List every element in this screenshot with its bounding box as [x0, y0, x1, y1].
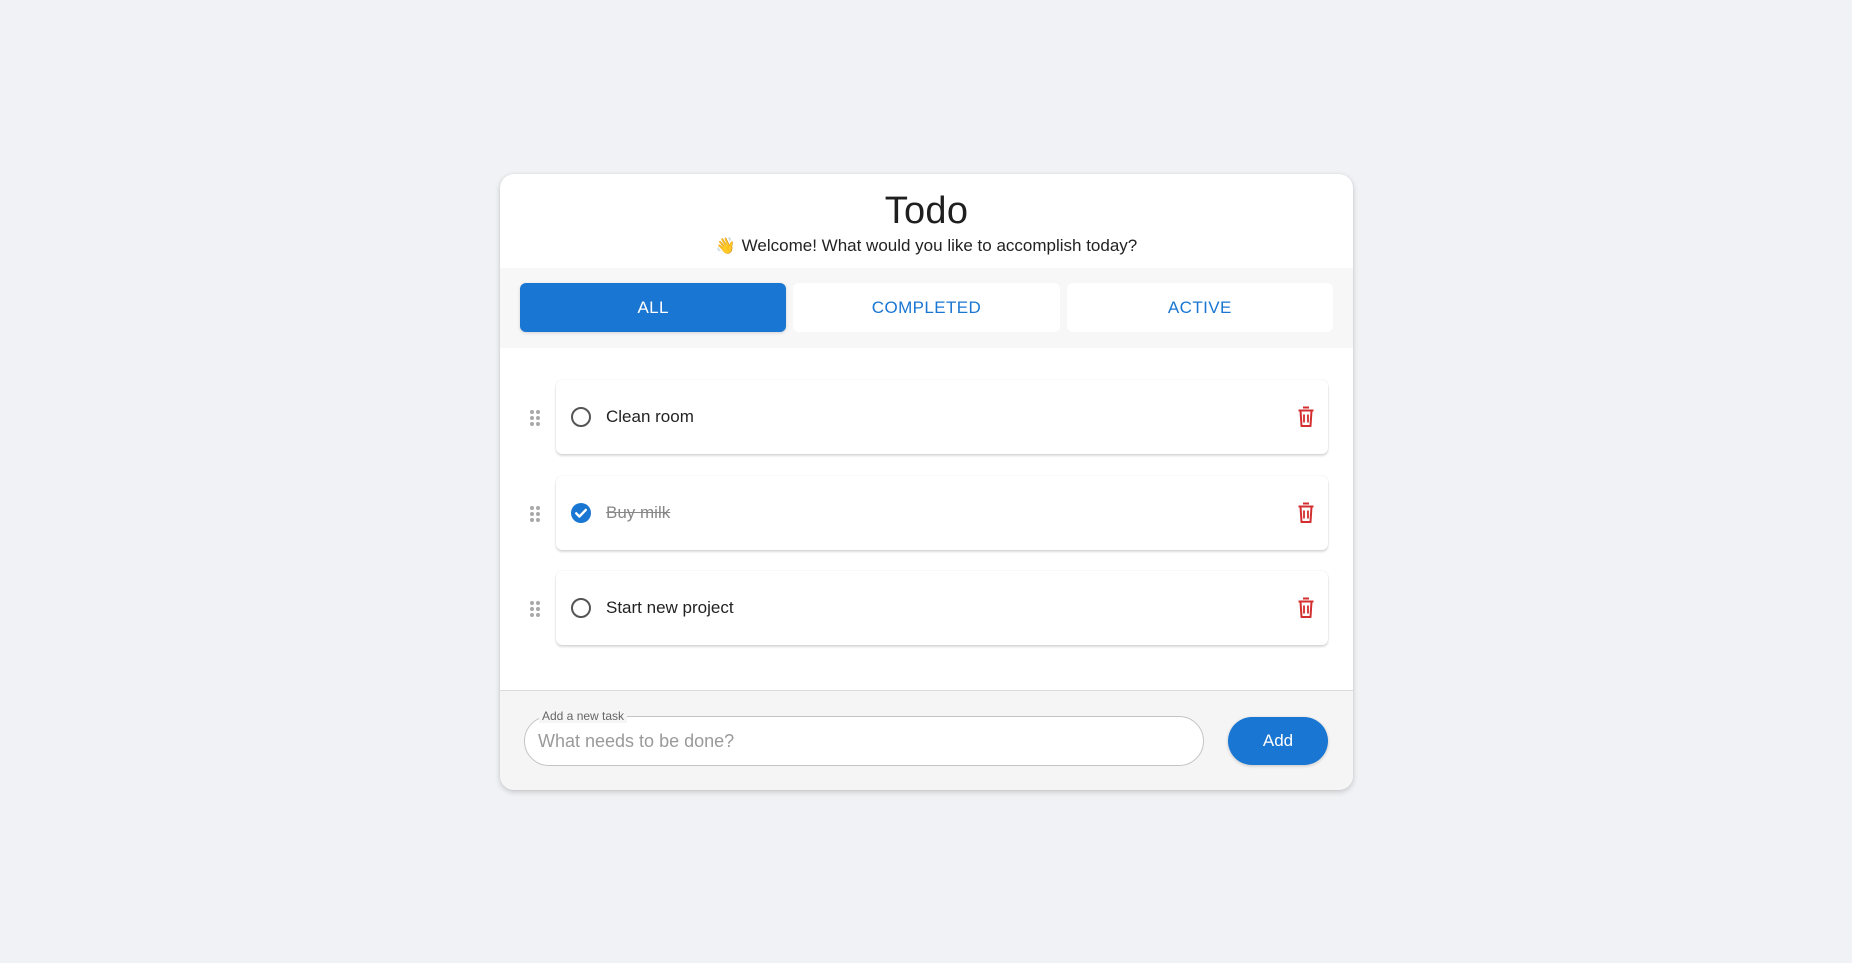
drag-handle-icon[interactable] [530, 410, 542, 428]
tab-completed[interactable]: COMPLETED [793, 283, 1060, 332]
new-task-field: Add a new task [524, 709, 1204, 766]
todo-item: Clean room [556, 380, 1328, 454]
add-task-bar: Add a new task Add [500, 690, 1353, 790]
todo-text: Clean room [606, 407, 694, 426]
todo-text: Buy milk [606, 503, 671, 522]
add-button[interactable]: Add [1228, 717, 1328, 765]
todo-item: Start new project [556, 571, 1328, 645]
drag-handle-icon[interactable] [530, 506, 542, 524]
new-task-input[interactable] [538, 717, 1178, 765]
todo-item: Buy milk [556, 476, 1328, 550]
tab-all[interactable]: ALL [520, 283, 787, 332]
checkmark-icon [575, 508, 587, 518]
todo-row: Buy milk [500, 476, 1353, 552]
todo-row: Start new project [500, 571, 1353, 647]
trash-icon[interactable] [1297, 502, 1315, 524]
welcome-message: 👋 Welcome! What would you like to accompl… [500, 236, 1353, 256]
todo-checkbox-checked[interactable] [571, 503, 591, 523]
trash-icon[interactable] [1297, 597, 1315, 619]
todo-card: Todo 👋 Welcome! What would you like to ac… [500, 174, 1353, 790]
waving-hand-icon: 👋 [715, 238, 736, 255]
todo-checkbox[interactable] [571, 598, 591, 618]
welcome-text: Welcome! What would you like to accompli… [741, 236, 1138, 255]
tab-active[interactable]: ACTIVE [1066, 283, 1333, 332]
filter-tabs: ALL COMPLETED ACTIVE [500, 268, 1353, 348]
todo-text: Start new project [606, 598, 734, 617]
page-title: Todo [884, 190, 969, 232]
drag-handle-icon[interactable] [530, 601, 542, 619]
trash-icon[interactable] [1297, 406, 1315, 428]
todo-checkbox[interactable] [571, 407, 591, 427]
todo-row: Clean room [500, 380, 1353, 456]
header: Todo 👋 Welcome! What would you like to ac… [500, 174, 1353, 268]
